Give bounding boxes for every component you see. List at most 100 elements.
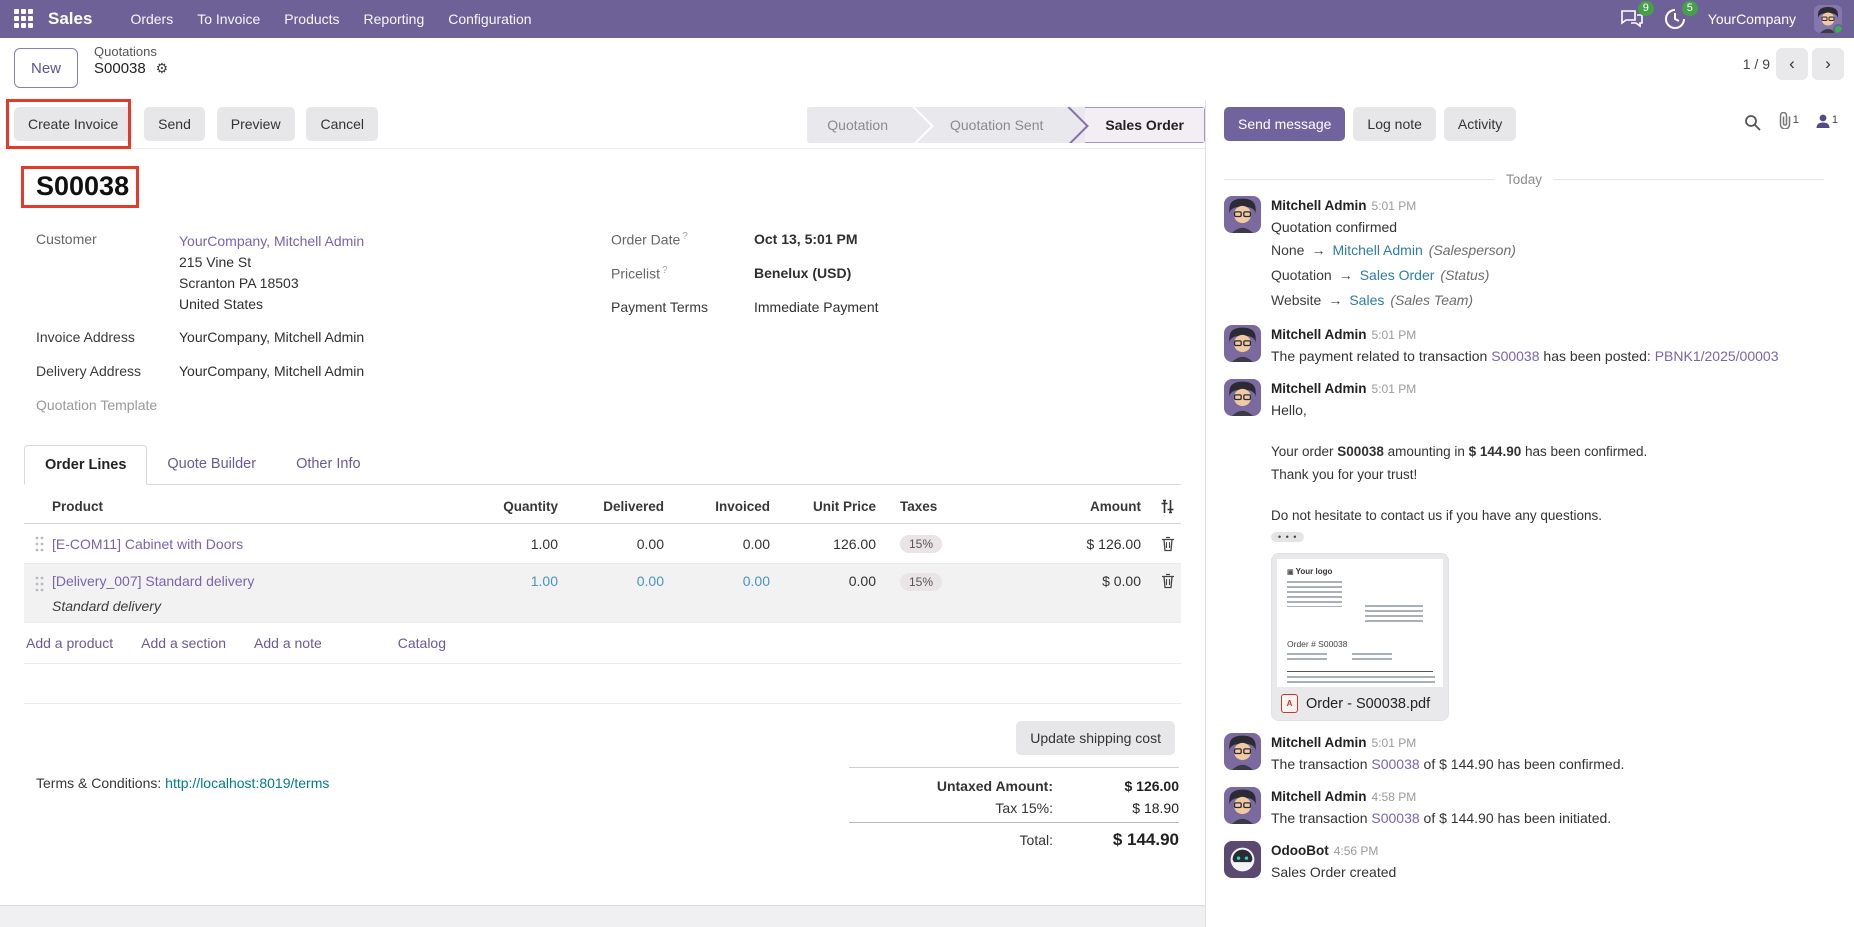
cell-unit-price[interactable]: 126.00 xyxy=(770,536,876,552)
header-taxes[interactable]: Taxes xyxy=(876,499,1028,514)
cancel-button[interactable]: Cancel xyxy=(306,107,379,141)
activity-button[interactable]: Activity xyxy=(1443,107,1517,141)
tracking-new-value[interactable]: Sales Order xyxy=(1360,267,1435,283)
tab-other-info[interactable]: Other Info xyxy=(276,445,380,484)
menu-products[interactable]: Products xyxy=(284,11,339,27)
breadcrumb-parent[interactable]: Quotations xyxy=(94,44,168,60)
record-link[interactable]: S00038 xyxy=(1371,756,1419,772)
search-messages-icon[interactable] xyxy=(1744,114,1761,131)
header-product[interactable]: Product xyxy=(52,499,452,514)
delete-row-icon[interactable] xyxy=(1161,573,1175,589)
drag-handle-icon[interactable] xyxy=(35,576,44,592)
status-sales-order[interactable]: Sales Order xyxy=(1085,107,1205,143)
avatar[interactable] xyxy=(1224,379,1261,416)
send-button[interactable]: Send xyxy=(144,107,205,141)
invoice-address-value[interactable]: YourCompany, Mitchell Admin xyxy=(179,329,364,349)
tab-order-lines[interactable]: Order Lines xyxy=(24,445,148,485)
create-invoice-button[interactable]: Create Invoice xyxy=(14,107,133,141)
customer-link[interactable]: YourCompany, Mitchell Admin xyxy=(179,233,364,249)
attachment-filename[interactable]: Order - S00038.pdf xyxy=(1306,696,1430,712)
update-shipping-button[interactable]: Update shipping cost xyxy=(1016,721,1175,755)
activities-icon[interactable]: 5 xyxy=(1664,1,1698,30)
company-switcher[interactable]: YourCompany xyxy=(1708,11,1796,27)
new-button[interactable]: New xyxy=(14,48,79,88)
menu-configuration[interactable]: Configuration xyxy=(448,11,531,27)
header-invoiced[interactable]: Invoiced xyxy=(664,499,770,514)
delivery-address-label: Delivery Address xyxy=(36,363,142,379)
menu-reporting[interactable]: Reporting xyxy=(364,11,425,27)
avatar[interactable] xyxy=(1224,733,1261,770)
delete-row-icon[interactable] xyxy=(1161,536,1175,552)
message-author[interactable]: Mitchell Admin xyxy=(1271,735,1367,750)
attachment-count: 1 xyxy=(1792,114,1799,126)
record-link[interactable]: PBNK1/2025/00003 xyxy=(1655,348,1779,364)
tax-value: $ 18.90 xyxy=(1132,800,1179,816)
order-date-value[interactable]: Oct 13, 5:01 PM xyxy=(754,231,858,251)
avatar[interactable] xyxy=(1224,787,1261,824)
gear-icon[interactable]: ⚙ xyxy=(156,60,169,76)
attachments-icon[interactable]: 1 xyxy=(1777,112,1799,132)
payment-terms-value[interactable]: Immediate Payment xyxy=(754,299,879,319)
expand-message-button[interactable]: • • • xyxy=(1271,532,1305,542)
avatar[interactable] xyxy=(1224,196,1261,233)
message-author[interactable]: OdooBot xyxy=(1271,843,1329,858)
message-author[interactable]: Mitchell Admin xyxy=(1271,789,1367,804)
product-link[interactable]: [E-COM11] Cabinet with Doors xyxy=(52,536,243,552)
app-name[interactable]: Sales xyxy=(48,9,92,29)
add-note-link[interactable]: Add a note xyxy=(254,635,322,651)
preview-button[interactable]: Preview xyxy=(216,107,295,141)
pager-prev-button[interactable]: ‹ xyxy=(1776,48,1808,80)
product-link[interactable]: [Delivery_007] Standard delivery xyxy=(52,573,254,589)
quotation-template-label[interactable]: Quotation Template xyxy=(36,397,157,417)
tax-badge[interactable]: 15% xyxy=(900,534,943,553)
cell-quantity[interactable]: 1.00 xyxy=(452,536,558,552)
terms-link[interactable]: http://localhost:8019/terms xyxy=(165,775,329,791)
apps-grid-icon[interactable] xyxy=(14,9,34,29)
menu-orders[interactable]: Orders xyxy=(130,11,173,27)
send-message-button[interactable]: Send message xyxy=(1224,107,1346,141)
header-quantity[interactable]: Quantity xyxy=(452,499,558,514)
cell-delivered[interactable]: 0.00 xyxy=(558,536,664,552)
tax-badge[interactable]: 15% xyxy=(900,573,943,591)
header-delivered[interactable]: Delivered xyxy=(558,499,664,514)
log-note-button[interactable]: Log note xyxy=(1353,107,1436,141)
pricelist-value[interactable]: Benelux (USD) xyxy=(754,265,851,285)
avatar[interactable] xyxy=(1224,325,1261,362)
record-link[interactable]: S00038 xyxy=(1491,348,1539,364)
cell-invoiced[interactable]: 0.00 xyxy=(664,573,770,589)
delivery-address-value[interactable]: YourCompany, Mitchell Admin xyxy=(179,363,364,383)
chatter-message: Mitchell Admin 5:01 PM Quotation confirme… xyxy=(1224,196,1838,313)
cell-delivered[interactable]: 0.00 xyxy=(558,573,664,589)
add-product-link[interactable]: Add a product xyxy=(26,635,113,651)
pager-next-button[interactable]: › xyxy=(1812,48,1844,80)
message-author[interactable]: Mitchell Admin xyxy=(1271,198,1367,213)
message-author[interactable]: Mitchell Admin xyxy=(1271,381,1367,396)
add-section-link[interactable]: Add a section xyxy=(141,635,226,651)
header-unit-price[interactable]: Unit Price xyxy=(770,499,876,514)
help-icon: ? xyxy=(682,231,688,242)
message-author[interactable]: Mitchell Admin xyxy=(1271,327,1367,342)
tracking-new-value[interactable]: Mitchell Admin xyxy=(1332,242,1422,258)
attachment-card[interactable]: Your logo Order # S00038 A Order - S0003… xyxy=(1271,553,1449,721)
drag-handle-icon[interactable] xyxy=(35,536,44,552)
status-quotation-sent[interactable]: Quotation Sent xyxy=(930,107,1063,143)
avatar[interactable] xyxy=(1224,841,1261,878)
chatter-message: OdooBot 4:56 PM Sales Order created xyxy=(1224,841,1838,883)
followers-icon[interactable]: 1 xyxy=(1815,113,1838,132)
table-row[interactable]: [Delivery_007] Standard delivery Standar… xyxy=(24,564,1181,623)
record-link[interactable]: S00038 xyxy=(1371,810,1419,826)
tab-quote-builder[interactable]: Quote Builder xyxy=(147,445,276,484)
catalog-link[interactable]: Catalog xyxy=(398,635,446,651)
status-quotation[interactable]: Quotation xyxy=(807,107,908,143)
cell-quantity[interactable]: 1.00 xyxy=(452,573,558,589)
messages-icon[interactable]: 9 xyxy=(1620,1,1654,30)
user-avatar[interactable] xyxy=(1814,5,1842,33)
menu-to-invoice[interactable]: To Invoice xyxy=(197,11,260,27)
optional-columns-icon[interactable] xyxy=(1160,499,1175,514)
header-amount[interactable]: Amount xyxy=(1028,499,1141,514)
cell-unit-price[interactable]: 0.00 xyxy=(770,573,876,589)
pdf-thumbnail: Your logo Order # S00038 xyxy=(1277,559,1443,687)
tracking-new-value[interactable]: Sales xyxy=(1349,292,1384,308)
table-row[interactable]: [E-COM11] Cabinet with Doors 1.00 0.00 0… xyxy=(24,524,1181,564)
cell-invoiced[interactable]: 0.00 xyxy=(664,536,770,552)
